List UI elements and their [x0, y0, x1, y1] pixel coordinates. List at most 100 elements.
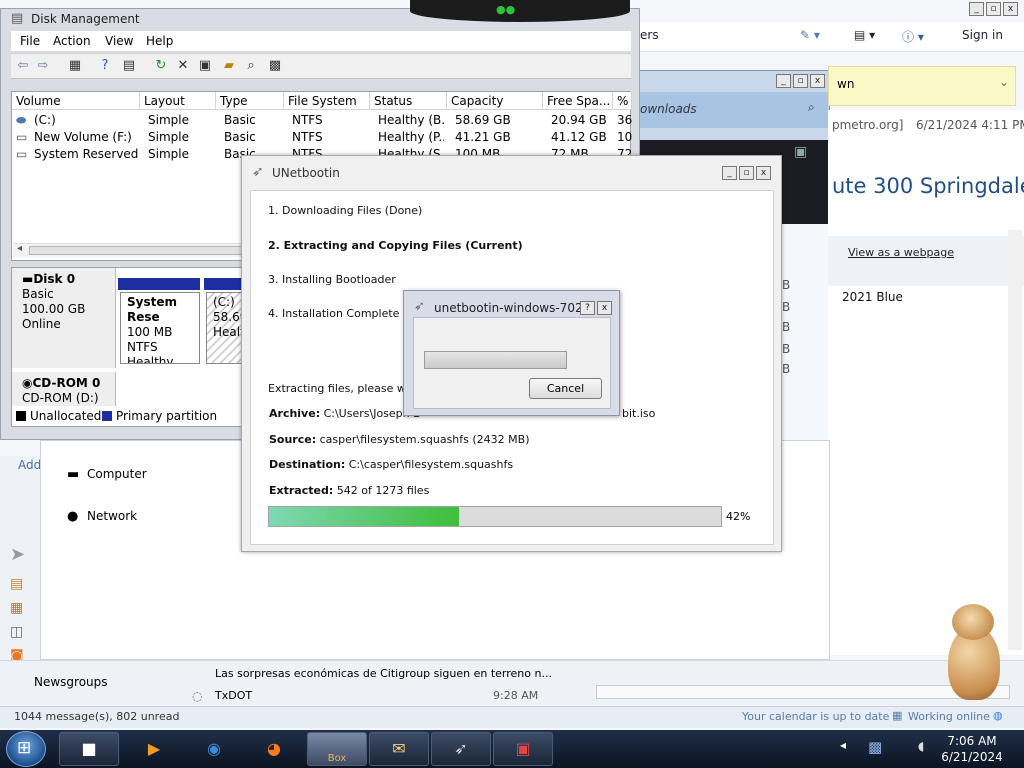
properties-icon[interactable]: ▤ — [121, 58, 137, 74]
col-capacity[interactable]: Capacity — [447, 92, 543, 110]
taskbar-app[interactable]: ▶ — [124, 732, 184, 766]
maximize-icon[interactable]: ▫ — [986, 2, 1001, 16]
taskbar-app[interactable]: ■ — [59, 732, 119, 766]
menu-action[interactable]: Action — [53, 34, 91, 48]
search-icon[interactable]: ⌕ — [808, 100, 815, 115]
partition-c[interactable]: (C:) 58.69 Health — [206, 292, 244, 364]
minimize-icon[interactable]: _ — [969, 2, 984, 16]
taskbar-app[interactable]: ◕ — [244, 732, 304, 766]
taskbar-app[interactable]: ▣ — [493, 732, 553, 766]
maximize-icon[interactable]: ▫ — [793, 74, 808, 88]
partition-system-reserved[interactable]: System Rese 100 MB NTFS Healthy (Syst — [120, 292, 200, 364]
forward-icon[interactable]: ⇨ — [35, 58, 51, 74]
maximize-icon[interactable]: ▫ — [739, 166, 754, 180]
settings-icon[interactable]: ▩ — [267, 58, 283, 74]
taskbar-app[interactable]: ✉ — [369, 732, 429, 766]
partition-header — [118, 278, 200, 290]
sender-text: pmetro.org] — [832, 118, 904, 132]
status-light-icon: ●● — [496, 3, 516, 16]
check-icon[interactable]: ▣ — [197, 58, 213, 74]
title-bar[interactable]: ➶ UNetbootin _ ▫ x — [242, 156, 781, 190]
cdrom-label[interactable]: ◉CD-ROM 0 CD-ROM (D:) — [12, 372, 116, 406]
mail-icon: ✉ — [392, 739, 406, 758]
toolbar-partial-label[interactable]: ers — [640, 28, 659, 42]
destination-line: Destination: C:\casper\filesystem.squash… — [269, 458, 513, 471]
console-icon[interactable]: ▦ — [67, 58, 83, 74]
open-folder-icon[interactable]: ▰ — [221, 58, 237, 74]
network-icon[interactable]: ▩ — [868, 738, 882, 756]
taskbar-app[interactable]: ◉ — [184, 732, 244, 766]
add-link[interactable]: Add — [18, 458, 41, 472]
close-icon[interactable]: x — [810, 74, 825, 88]
minimize-icon[interactable]: _ — [776, 74, 791, 88]
menu-view[interactable]: View — [105, 34, 133, 48]
list-item[interactable]: TxDOT — [215, 689, 252, 702]
cell: Healthy (B... — [378, 113, 444, 127]
col-free-space[interactable]: Free Spa... — [543, 92, 613, 110]
computer-label[interactable]: Computer — [87, 467, 147, 481]
explorer-address-bar[interactable]: ownloads ⌕ — [638, 92, 828, 128]
scroll-left-icon[interactable]: ◂ — [17, 243, 22, 254]
help-icon[interactable]: ? — [580, 301, 595, 315]
minimize-icon[interactable]: _ — [722, 166, 737, 180]
col-layout[interactable]: Layout — [140, 92, 216, 110]
mascot-head — [952, 604, 994, 640]
menu-help[interactable]: Help — [146, 34, 173, 48]
help-icon[interactable]: ? — [97, 58, 113, 74]
partition-size: 58.69 — [213, 310, 244, 324]
close-icon[interactable]: x — [756, 166, 771, 180]
progress-fill — [269, 507, 459, 526]
paper-plane-icon[interactable]: ➤ — [10, 544, 25, 565]
list-item[interactable]: Las sorpresas económicas de Citigroup si… — [215, 667, 552, 680]
cdrom-name: CD-ROM 0 — [32, 376, 101, 390]
info-bar[interactable]: wn ⌄ — [828, 66, 1016, 106]
taskbar: ⊞ ■ ▶ ◉ ◕ Box ✉ ➶ ▣ ◂ ▩ ◖ — [0, 730, 1024, 768]
computer-icon: ▬ — [67, 467, 80, 482]
scrollbar-thumb[interactable] — [29, 246, 259, 255]
taskbar-app[interactable]: Box — [307, 732, 367, 766]
back-icon[interactable]: ⇦ — [15, 58, 31, 74]
globe-icon: ◉ — [207, 739, 221, 758]
start-button[interactable]: ⊞ — [6, 731, 46, 767]
help-icon[interactable]: ⓘ ▾ — [902, 28, 924, 45]
media-player-icon: ▶ — [147, 739, 161, 758]
cell: NTFS — [292, 130, 323, 144]
volume-icon[interactable]: ◖ — [918, 739, 924, 753]
info-text: wn — [837, 77, 855, 91]
close-icon[interactable]: x — [1003, 2, 1018, 16]
menu-file[interactable]: File — [20, 34, 40, 48]
destination-label: Destination: — [269, 458, 346, 471]
cancel-button[interactable]: Cancel — [529, 378, 602, 399]
menu-icon[interactable]: ▤ ▾ — [854, 28, 875, 42]
newsgroups-label[interactable]: Newsgroups — [34, 675, 108, 689]
view-webpage-link[interactable]: View as a webpage — [848, 246, 954, 259]
mail-folder-icon[interactable]: ▤ — [10, 576, 23, 592]
clock[interactable]: 7:06 AM 6/21/2024 — [932, 733, 1012, 765]
col-volume[interactable]: Volume — [12, 92, 140, 110]
chevron-up-icon[interactable]: ◂ — [840, 738, 846, 752]
firefox-icon: ◕ — [267, 739, 281, 758]
col-file-system[interactable]: File System — [284, 92, 370, 110]
delete-icon[interactable]: ✕ — [175, 58, 191, 74]
network-label[interactable]: Network — [87, 509, 137, 523]
list-item-time: 9:28 AM — [493, 689, 539, 702]
calendar-icon[interactable]: ▦ — [10, 600, 23, 616]
cell: 20.94 GB — [551, 113, 607, 127]
cell: 41.12 GB — [551, 130, 607, 144]
col-type[interactable]: Type — [216, 92, 284, 110]
refresh-icon[interactable]: ↻ — [153, 58, 169, 74]
search-icon[interactable]: ⌕ — [243, 58, 259, 74]
brush-icon[interactable]: ✎ ▾ — [800, 28, 820, 42]
close-icon[interactable]: x — [597, 301, 612, 315]
disk-0-label[interactable]: ▬Disk 0 Basic 100.00 GB Online — [12, 268, 116, 368]
chevron-down-icon[interactable]: ⌄ — [999, 75, 1009, 89]
cell: System Reserved — [34, 147, 139, 161]
contacts-icon[interactable]: ◫ — [10, 624, 23, 640]
sign-in-link[interactable]: Sign in — [962, 28, 1003, 42]
unallocated-swatch — [16, 411, 26, 421]
col-percent[interactable]: % — [613, 92, 632, 110]
scrollbar[interactable] — [1008, 230, 1022, 650]
cell: 36 — [617, 113, 632, 127]
taskbar-app[interactable]: ➶ — [431, 732, 491, 766]
col-status[interactable]: Status — [370, 92, 447, 110]
